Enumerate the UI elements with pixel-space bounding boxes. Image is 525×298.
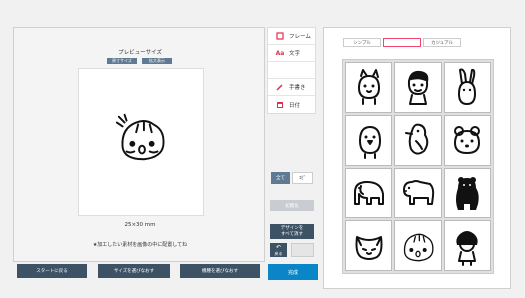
cat-icon bbox=[355, 235, 383, 260]
illustration-girl[interactable] bbox=[443, 220, 491, 271]
illustration-elephant[interactable] bbox=[345, 167, 393, 219]
reset-button[interactable]: 初期化 bbox=[270, 200, 314, 211]
illustration-bear[interactable] bbox=[394, 167, 442, 219]
calendar-icon bbox=[276, 101, 284, 109]
clear-design-line2: すべて消す bbox=[280, 231, 303, 237]
illustration-cat[interactable] bbox=[345, 220, 393, 271]
illustration-bird[interactable] bbox=[394, 114, 442, 166]
illustration-boy[interactable] bbox=[394, 62, 442, 113]
toggle-copy[interactable]: ｺﾋﾟ bbox=[292, 172, 313, 184]
illustration-grid bbox=[342, 59, 494, 274]
reselect-model-button[interactable]: 機種を選びなおす bbox=[180, 264, 260, 278]
illustration-bear-face[interactable] bbox=[443, 114, 491, 166]
preview-pane: プレビューサイズ 原寸サイズ 拡大表示 25×30 mm ★加工したい素材を画像… bbox=[13, 27, 265, 262]
hamster-preview-icon[interactable] bbox=[113, 109, 171, 167]
tab-casual[interactable]: カジュアル bbox=[423, 38, 461, 47]
menu-date[interactable]: 日付 bbox=[268, 96, 315, 113]
placement-note: ★加工したい素材を画像の中に配置してね bbox=[92, 242, 188, 248]
chick-icon bbox=[358, 126, 381, 160]
tab-cute[interactable]: キュート bbox=[383, 38, 421, 47]
rabbit-pig-icon bbox=[357, 69, 380, 106]
illustration-panel: シンプル キュート カジュアル bbox=[323, 27, 511, 289]
illustration-black-bear[interactable] bbox=[443, 167, 491, 219]
menu-illustration[interactable]: イラスト bbox=[268, 62, 315, 79]
menu-frame-label: フレーム bbox=[289, 34, 311, 40]
done-button[interactable]: 完成 bbox=[268, 264, 318, 280]
back-to-start-button[interactable]: スタートに戻る bbox=[17, 264, 87, 278]
preview-title: プレビューサイズ bbox=[118, 50, 162, 56]
boy-icon bbox=[407, 71, 429, 106]
illustration-chick[interactable] bbox=[345, 114, 393, 166]
illustration-hamster[interactable] bbox=[394, 220, 442, 271]
undo-icon: ↶ bbox=[275, 243, 282, 251]
menu-handwriting[interactable]: 手書き bbox=[268, 79, 315, 96]
menu-frame[interactable]: フレーム bbox=[268, 28, 315, 45]
bear-face-icon bbox=[454, 126, 481, 155]
menu-handwriting-label: 手書き bbox=[289, 85, 306, 91]
illustration-rabbit[interactable] bbox=[443, 62, 491, 113]
actual-size-button[interactable]: 原寸サイズ bbox=[107, 58, 137, 64]
tool-menu: フレーム Aa 文字 イラスト 手書き 日付 bbox=[267, 27, 316, 114]
menu-date-label: 日付 bbox=[289, 102, 301, 109]
menu-text-label: 文字 bbox=[289, 51, 301, 57]
girl-icon bbox=[456, 230, 478, 266]
menu-illustration-label: イラスト bbox=[289, 68, 311, 74]
reselect-size-button[interactable]: サイズを選びなおす bbox=[98, 264, 170, 278]
tab-simple[interactable]: シンプル bbox=[343, 38, 381, 47]
menu-text[interactable]: Aa 文字 bbox=[268, 45, 315, 62]
size-label: 25×30 mm bbox=[124, 222, 156, 228]
heart-icon bbox=[276, 66, 284, 74]
clear-design-button[interactable]: デザインを すべて消す bbox=[270, 224, 314, 239]
elephant-icon bbox=[353, 180, 384, 205]
rabbit-icon bbox=[458, 68, 477, 106]
pen-icon bbox=[276, 83, 284, 91]
hamster-icon bbox=[403, 233, 434, 261]
black-bear-icon bbox=[456, 176, 479, 210]
frame-icon bbox=[276, 32, 284, 40]
bird-icon bbox=[404, 123, 429, 155]
bear-icon bbox=[402, 179, 435, 205]
toggle-all[interactable]: 全て bbox=[271, 172, 290, 184]
redo-button[interactable] bbox=[291, 243, 314, 257]
text-icon: Aa bbox=[275, 49, 285, 57]
zoom-button[interactable]: 拡大表示 bbox=[142, 58, 172, 64]
illustration-rabbit-pig[interactable] bbox=[345, 62, 393, 113]
preview-canvas[interactable] bbox=[78, 68, 204, 216]
undo-button[interactable]: ↶ 戻る bbox=[270, 243, 287, 257]
undo-label: 戻る bbox=[274, 250, 283, 256]
